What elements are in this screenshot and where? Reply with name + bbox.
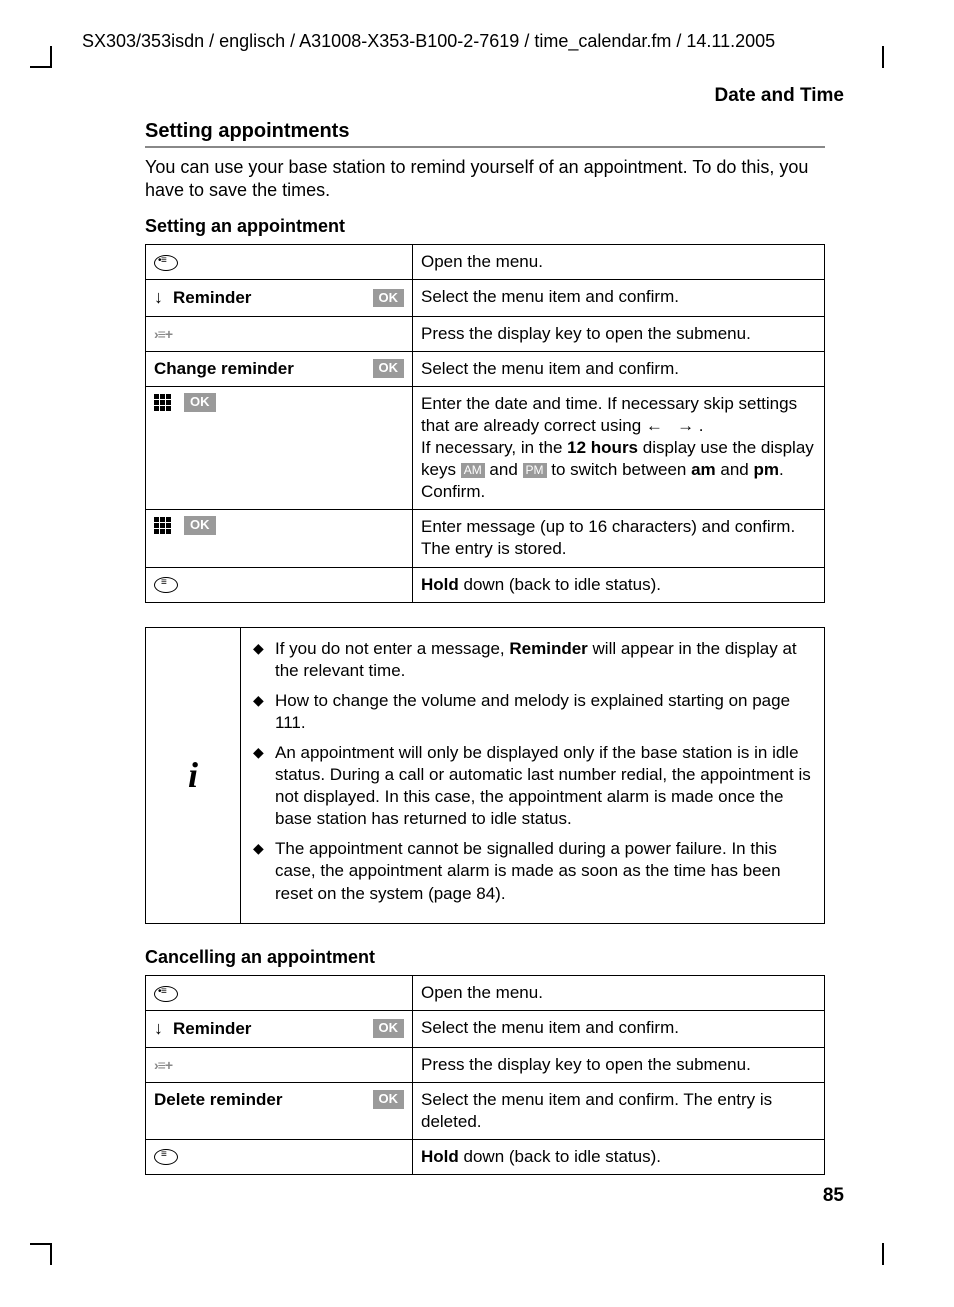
text: Enter the date and time. If necessary sk… <box>421 394 797 435</box>
step-desc: Select the menu item and confirm. The en… <box>413 1082 825 1139</box>
list-item: The appointment cannot be signalled duri… <box>253 838 812 904</box>
info-box: i If you do not enter a message, Reminde… <box>145 627 825 924</box>
section-heading: Setting appointments <box>145 118 825 148</box>
page-number: 85 <box>823 1184 844 1209</box>
cancelling-appointment-table: Open the menu. ↓ Reminder OK Select the … <box>145 975 825 1175</box>
ok-badge: OK <box>373 1019 405 1038</box>
crop-mark <box>50 46 52 68</box>
step-desc: Select the menu item and confirm. <box>413 1011 825 1047</box>
setting-appointment-table: Open the menu. ↓ Reminder OK Select the … <box>145 244 825 602</box>
menu-close-icon <box>154 1149 178 1165</box>
menu-open-icon <box>154 986 178 1002</box>
menu-open-icon <box>154 255 178 271</box>
table-row: Change reminder OK Select the menu item … <box>146 351 825 386</box>
step-desc: Press the display key to open the submen… <box>413 1047 825 1082</box>
table-row: Hold down (back to idle status). <box>146 567 825 602</box>
arrow-down-icon: ↓ <box>154 1017 163 1040</box>
table-row: ›≡+ Press the display key to open the su… <box>146 1047 825 1082</box>
submenu-icon: ›≡+ <box>154 325 172 343</box>
am-badge: AM <box>461 463 485 479</box>
text: and <box>716 460 754 479</box>
header-path: SX303/353isdn / englisch / A31008-X353-B… <box>82 30 775 53</box>
step-desc: Select the menu item and confirm. <box>413 280 825 316</box>
table-row: ↓ Reminder OK Select the menu item and c… <box>146 280 825 316</box>
step-desc: Select the menu item and confirm. <box>413 351 825 386</box>
step-desc: Hold down (back to idle status). <box>413 567 825 602</box>
menu-label: Reminder <box>173 1018 363 1040</box>
submenu-icon: ›≡+ <box>154 1056 172 1074</box>
table-row: Delete reminder OK Select the menu item … <box>146 1082 825 1139</box>
table-row: OK Enter message (up to 16 characters) a… <box>146 510 825 567</box>
menu-label: Change reminder <box>154 358 363 380</box>
crop-mark <box>30 1243 52 1245</box>
text: If necessary, in the <box>421 438 567 457</box>
subheading-setting: Setting an appointment <box>145 215 825 238</box>
list-item: An appointment will only be displayed on… <box>253 742 812 830</box>
step-desc: Open the menu. <box>413 245 825 280</box>
ok-badge: OK <box>184 516 216 535</box>
table-row: ›≡+ Press the display key to open the su… <box>146 316 825 351</box>
table-row: Hold down (back to idle status). <box>146 1139 825 1174</box>
arrow-down-icon: ↓ <box>154 286 163 309</box>
keypad-icon <box>154 517 174 534</box>
crop-mark <box>882 1243 884 1265</box>
step-desc: Enter the date and time. If necessary sk… <box>413 386 825 509</box>
info-list: If you do not enter a message, Reminder … <box>253 638 812 905</box>
text-bold: pm <box>753 460 779 479</box>
text: If you do not enter a message, <box>275 639 509 658</box>
arrow-right-icon: → <box>677 416 694 435</box>
text-bold: am <box>691 460 716 479</box>
step-desc: Press the display key to open the submen… <box>413 316 825 351</box>
subheading-cancelling: Cancelling an appointment <box>145 946 825 969</box>
list-item: If you do not enter a message, Reminder … <box>253 638 812 682</box>
page-title: Date and Time <box>714 84 844 109</box>
text: down (back to idle status). <box>459 575 661 594</box>
text-bold: Reminder <box>509 639 587 658</box>
table-row: ↓ Reminder OK Select the menu item and c… <box>146 1011 825 1047</box>
table-row: Open the menu. <box>146 976 825 1011</box>
intro-text: You can use your base station to remind … <box>145 156 825 203</box>
list-item: How to change the volume and melody is e… <box>253 690 812 734</box>
ok-badge: OK <box>373 1090 405 1109</box>
keypad-icon <box>154 394 174 411</box>
menu-label: Delete reminder <box>154 1089 363 1111</box>
text: to switch between <box>547 460 692 479</box>
table-row: OK Enter the date and time. If necessary… <box>146 386 825 509</box>
step-desc: Hold down (back to idle status). <box>413 1139 825 1174</box>
text: down (back to idle status). <box>459 1147 661 1166</box>
menu-close-icon <box>154 577 178 593</box>
pm-badge: PM <box>523 463 547 479</box>
table-row: Open the menu. <box>146 245 825 280</box>
text-bold: 12 hours <box>567 438 638 457</box>
info-icon: i <box>146 627 241 923</box>
menu-label: Reminder <box>173 287 363 309</box>
text-bold: Hold <box>421 1147 459 1166</box>
ok-badge: OK <box>373 289 405 308</box>
arrow-left-icon: ← <box>646 416 663 435</box>
text-bold: Hold <box>421 575 459 594</box>
ok-badge: OK <box>373 359 405 378</box>
text: and <box>485 460 523 479</box>
step-desc: Open the menu. <box>413 976 825 1011</box>
crop-mark <box>882 46 884 68</box>
crop-mark <box>50 1243 52 1265</box>
crop-mark <box>30 66 52 68</box>
step-desc: Enter message (up to 16 characters) and … <box>413 510 825 567</box>
ok-badge: OK <box>184 393 216 412</box>
